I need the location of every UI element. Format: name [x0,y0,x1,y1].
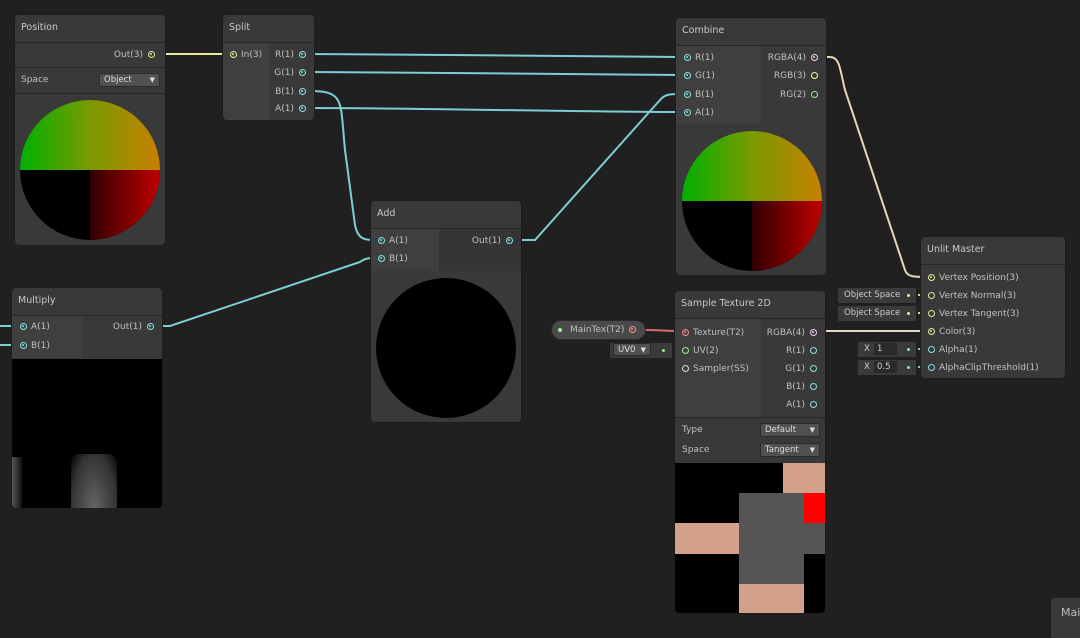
rgba-port[interactable]: RGBA(4) [767,327,817,339]
vertex-normal-space-field[interactable]: Object Space [838,288,916,303]
alpha-clip-threshold-field[interactable]: X 0.5 [858,360,916,375]
space-dropdown[interactable]: Tangent ▼ [760,443,820,457]
space-label: Space [682,445,710,455]
out-port[interactable]: Out(1) [113,321,154,333]
wire-split-g-combine [308,71,683,76]
b-in-port[interactable]: B(1) [20,340,50,352]
r-port[interactable]: R(1) [275,49,306,61]
vertex-position-port[interactable]: Vertex Position(3) [928,272,1019,284]
position-node[interactable]: Position Out(3) Space Object ▼ [14,14,166,246]
preview-sphere [682,131,822,271]
a-port[interactable]: A(1) [786,399,817,411]
split-node[interactable]: Split In(3) R(1) G(1) B(1) A(1) [222,14,315,121]
g-port[interactable]: G(1) [274,67,306,79]
preview-sphere [20,100,160,240]
color-port[interactable]: Color(3) [928,326,975,338]
r-in-port[interactable]: R(1) [684,52,714,64]
b-in-port[interactable]: B(1) [684,89,714,101]
b-in-port[interactable]: B(1) [378,253,408,265]
rg-port[interactable]: RG(2) [780,89,818,101]
wire-split-r-combine [308,53,683,58]
out-port[interactable]: Out(3) [114,49,155,61]
in-port[interactable]: In(3) [230,49,262,61]
wire-split-b-add [308,90,377,241]
wire-split-a-combine [308,107,683,113]
node-title: Sample Texture 2D [675,291,825,319]
alpha-field[interactable]: X1 [858,342,916,357]
node-title: Split [223,15,314,43]
multiply-node[interactable]: Multiply A(1) B(1) Out(1) [11,287,163,509]
preview-sphere [376,278,516,418]
vertex-tangent-space-field[interactable]: Object Space [838,306,916,321]
alpha-clip-threshold-port[interactable]: AlphaClipThreshold(1) [928,362,1039,374]
b-port[interactable]: B(1) [786,381,817,393]
rgb-port[interactable]: RGB(3) [774,70,818,82]
wire-add-combine [515,93,683,241]
g-in-port[interactable]: G(1) [684,70,715,82]
wire-combine-master [820,56,927,278]
uv-channel-field[interactable]: UV0 ▼ [610,343,672,358]
vertex-tangent-port[interactable]: Vertex Tangent(3) [928,308,1019,320]
wire-multiply-add [156,257,377,327]
uv-in-port[interactable]: UV(2) [682,345,719,357]
out-port[interactable]: Out(1) [472,235,513,247]
a-in-port[interactable]: A(1) [20,321,50,333]
node-title: Position [15,15,165,43]
maintex-property-node[interactable]: MainTex(T2) [551,320,646,340]
space-dropdown[interactable]: Object ▼ [99,73,160,87]
alpha-port[interactable]: Alpha(1) [928,344,977,356]
a-port[interactable]: A(1) [275,103,306,115]
g-port[interactable]: G(1) [785,363,817,375]
main-preview-tab[interactable]: Mai [1051,598,1080,638]
preview [12,359,162,508]
a-in-port[interactable]: A(1) [684,107,714,119]
sampler-in-port[interactable]: Sampler(SS) [682,363,749,375]
uv-dropdown[interactable]: UV0 ▼ [613,343,651,356]
a-in-port[interactable]: A(1) [378,235,408,247]
node-title: Combine [676,18,826,46]
rgba-port[interactable]: RGBA(4) [768,52,818,64]
space-label: Space [21,75,49,85]
combine-node[interactable]: Combine R(1) G(1) B(1) A(1) RGBA(4) RGB(… [675,17,827,276]
add-node[interactable]: Add A(1) B(1) Out(1) [370,200,522,423]
node-title: Add [371,201,521,229]
vertex-normal-port[interactable]: Vertex Normal(3) [928,290,1016,302]
texture-in-port[interactable]: Texture(T2) [682,327,744,339]
node-title: Unlit Master [921,237,1065,265]
type-dropdown[interactable]: Default ▼ [760,423,820,437]
texture-preview [675,463,825,613]
type-label: Type [682,425,703,435]
sample-texture-2d-node[interactable]: Sample Texture 2D Texture(T2) UV(2) Samp… [674,290,826,614]
b-port[interactable]: B(1) [275,86,306,98]
node-title: Multiply [12,288,162,316]
r-port[interactable]: R(1) [786,345,817,357]
property-label: MainTex(T2) [570,325,625,335]
unlit-master-node[interactable]: Unlit Master Vertex Position(3) Vertex N… [920,236,1066,379]
